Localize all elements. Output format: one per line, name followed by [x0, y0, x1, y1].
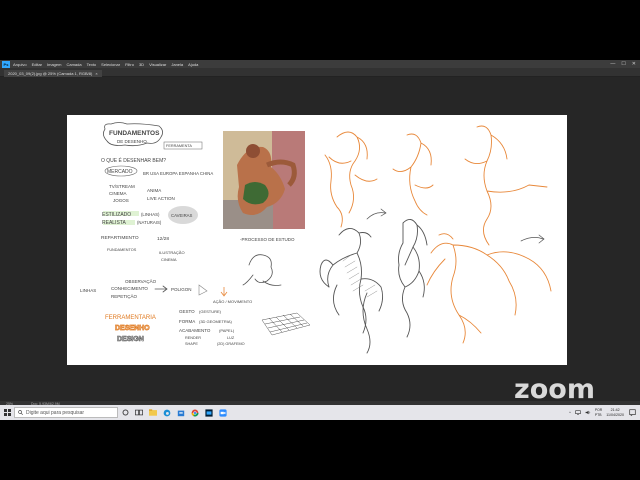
menu-item-visualizar[interactable]: Visualizar	[149, 62, 166, 67]
note-forma: FORMA	[179, 319, 195, 324]
note-observacao: OBSERVAÇÃO	[125, 278, 157, 284]
system-tray: ^ POR PTB 21:42 11/04/2020	[569, 405, 624, 420]
close-icon[interactable]: ✕	[632, 61, 636, 67]
note-anima: ANIMA	[147, 188, 161, 193]
note-realista: REALISTA	[102, 220, 126, 226]
note-fundamentos: FUNDAMENTOS	[107, 248, 137, 252]
note-naturais: (NATURAIS)	[137, 220, 162, 225]
windows-logo-icon	[3, 409, 11, 416]
minimize-icon[interactable]: —	[610, 61, 615, 67]
menu-bar: Ps Arquivo Editar Imagem Camada Texto Se…	[0, 60, 640, 68]
caption-photo: -PROCESSO DE ESTUDO	[240, 237, 295, 242]
figure-sketches	[319, 125, 552, 354]
network-icon[interactable]	[575, 410, 581, 415]
note-caveiras: CAVEIRAS	[171, 213, 193, 218]
menu-item-arquivo[interactable]: Arquivo	[13, 62, 27, 67]
notes-tag-ferramenta: FERRAMENTA	[166, 144, 192, 148]
note-gesto-sub: (GESTURE)	[199, 309, 222, 314]
photoshop-taskbar-icon[interactable]	[202, 405, 216, 420]
menu-item-selecionar[interactable]: Selecionar	[101, 62, 120, 67]
edge-icon[interactable]	[160, 405, 174, 420]
artboard[interactable]: FUNDAMENTOS DE DESENHO FERRAMENTA O QUE …	[67, 115, 567, 365]
menu-item-texto[interactable]: Texto	[87, 62, 97, 67]
note-mercado: MERCADO	[107, 169, 133, 175]
menu-item-janela[interactable]: Janela	[171, 62, 183, 67]
show-hidden-icons-icon[interactable]: ^	[569, 410, 571, 415]
note-design: DESIGN	[117, 336, 144, 343]
note-acao: AÇÃO / MOVIMENTO	[213, 299, 252, 304]
note-ferramentaria: FERRAMENTARIA	[105, 315, 156, 321]
menu-item-imagem[interactable]: Imagem	[47, 62, 61, 67]
clock-date: 11/04/2020	[606, 412, 624, 417]
screen: Ps Arquivo Editar Imagem Camada Texto Se…	[0, 60, 640, 420]
menu-item-filtro[interactable]: Filtro	[125, 62, 134, 67]
note-render: RENDER	[185, 336, 201, 340]
note-desenho: DESENHO	[115, 325, 150, 332]
canvas-area[interactable]: FUNDAMENTOS DE DESENHO FERRAMENTA O QUE …	[0, 77, 640, 401]
note-repeticao: REPETIÇÃO	[111, 293, 138, 299]
note-estilizado: ESTILIZADO	[102, 212, 131, 218]
notification-center-icon[interactable]	[629, 409, 636, 416]
document-tab-bar: 2020_03_09(2).jpg @ 25% (Camada 1, RGB/8…	[0, 68, 640, 77]
note-repartimento: REPARTIMENTO	[101, 235, 139, 241]
menu-item-editar[interactable]: Editar	[32, 62, 42, 67]
menu-item-ajuda[interactable]: Ajuda	[188, 62, 198, 67]
artboard-drawing: FUNDAMENTOS DE DESENHO FERRAMENTA O QUE …	[80, 122, 552, 354]
search-placeholder: Digite aqui para pesquisar	[26, 409, 85, 416]
note-cinema: CINEMA	[109, 191, 127, 196]
volume-icon[interactable]	[585, 410, 591, 415]
note-acabamento-sub: (PAPEL)	[219, 328, 235, 333]
zoom-watermark: zoom	[514, 374, 595, 405]
zoom-taskbar-icon[interactable]	[216, 405, 230, 420]
maximize-icon[interactable]: ☐	[621, 61, 625, 67]
taskbar-search-box[interactable]: Digite aqui para pesquisar	[14, 407, 118, 418]
note-polygon: POLIGON	[171, 287, 192, 292]
document-tab-title: 2020_03_09(2).jpg @ 25% (Camada 1, RGB/8…	[8, 71, 93, 76]
photoshop-logo-icon[interactable]: Ps	[2, 60, 10, 68]
note-mercado-regions: BR USA EUROPA ESPANHA CHINA	[143, 171, 213, 176]
clock[interactable]: 21:42 11/04/2020	[606, 408, 624, 418]
chrome-icon[interactable]	[188, 405, 202, 420]
search-icon	[18, 410, 23, 415]
note-q1: O QUE É DESENHAR BEM?	[101, 157, 166, 164]
note-shape: SHAPE	[185, 342, 198, 346]
language-indicator[interactable]: POR PTB	[595, 408, 602, 417]
note-live-action: LIVE ACTION	[147, 196, 175, 201]
document-tab[interactable]: 2020_03_09(2).jpg @ 25% (Camada 1, RGB/8…	[4, 70, 102, 77]
tab-close-icon[interactable]: ×	[95, 71, 97, 76]
window-controls: — ☐ ✕	[610, 61, 636, 67]
start-button[interactable]	[0, 405, 14, 420]
note-ilustracao: ILUSTRAÇÃO	[159, 250, 185, 255]
menu-item-camada[interactable]: Camada	[66, 62, 81, 67]
note-linhas2: LINHAS	[80, 288, 96, 293]
task-view-icon[interactable]	[132, 405, 146, 420]
windows-taskbar: Digite aqui para pesquisar ^ POR PTB 21:…	[0, 405, 640, 420]
menu-item-3d[interactable]: 3D	[139, 62, 144, 67]
note-gesto: GESTO	[179, 309, 195, 314]
notes-title-line1: FUNDAMENTOS	[109, 130, 160, 137]
note-linhas: (LINHAS)	[141, 212, 160, 217]
grid-sketch	[261, 312, 311, 336]
store-icon[interactable]	[174, 405, 188, 420]
note-conhecimento: CONHECIMENTO	[111, 286, 148, 291]
note-tv-streaming: TV/STREAM	[109, 184, 135, 189]
note-cinema2: CINEMA	[161, 257, 177, 262]
note-nums: 12/28	[157, 236, 169, 242]
cortana-icon[interactable]	[118, 405, 132, 420]
note-forma-sub: (3D GEOMETRIA)	[199, 319, 233, 324]
note-jogos: JOGOS	[113, 198, 129, 203]
file-explorer-icon[interactable]	[146, 405, 160, 420]
note-shape-sub: (2D) GRAFEMO	[217, 342, 245, 346]
note-luz: LUZ	[227, 336, 235, 340]
fresco-reference-image	[223, 131, 305, 229]
note-acabamento: ACABAMENTO	[179, 328, 211, 333]
notes-title-line2: DE DESENHO	[117, 139, 147, 144]
language-bottom: PTB	[594, 412, 602, 417]
